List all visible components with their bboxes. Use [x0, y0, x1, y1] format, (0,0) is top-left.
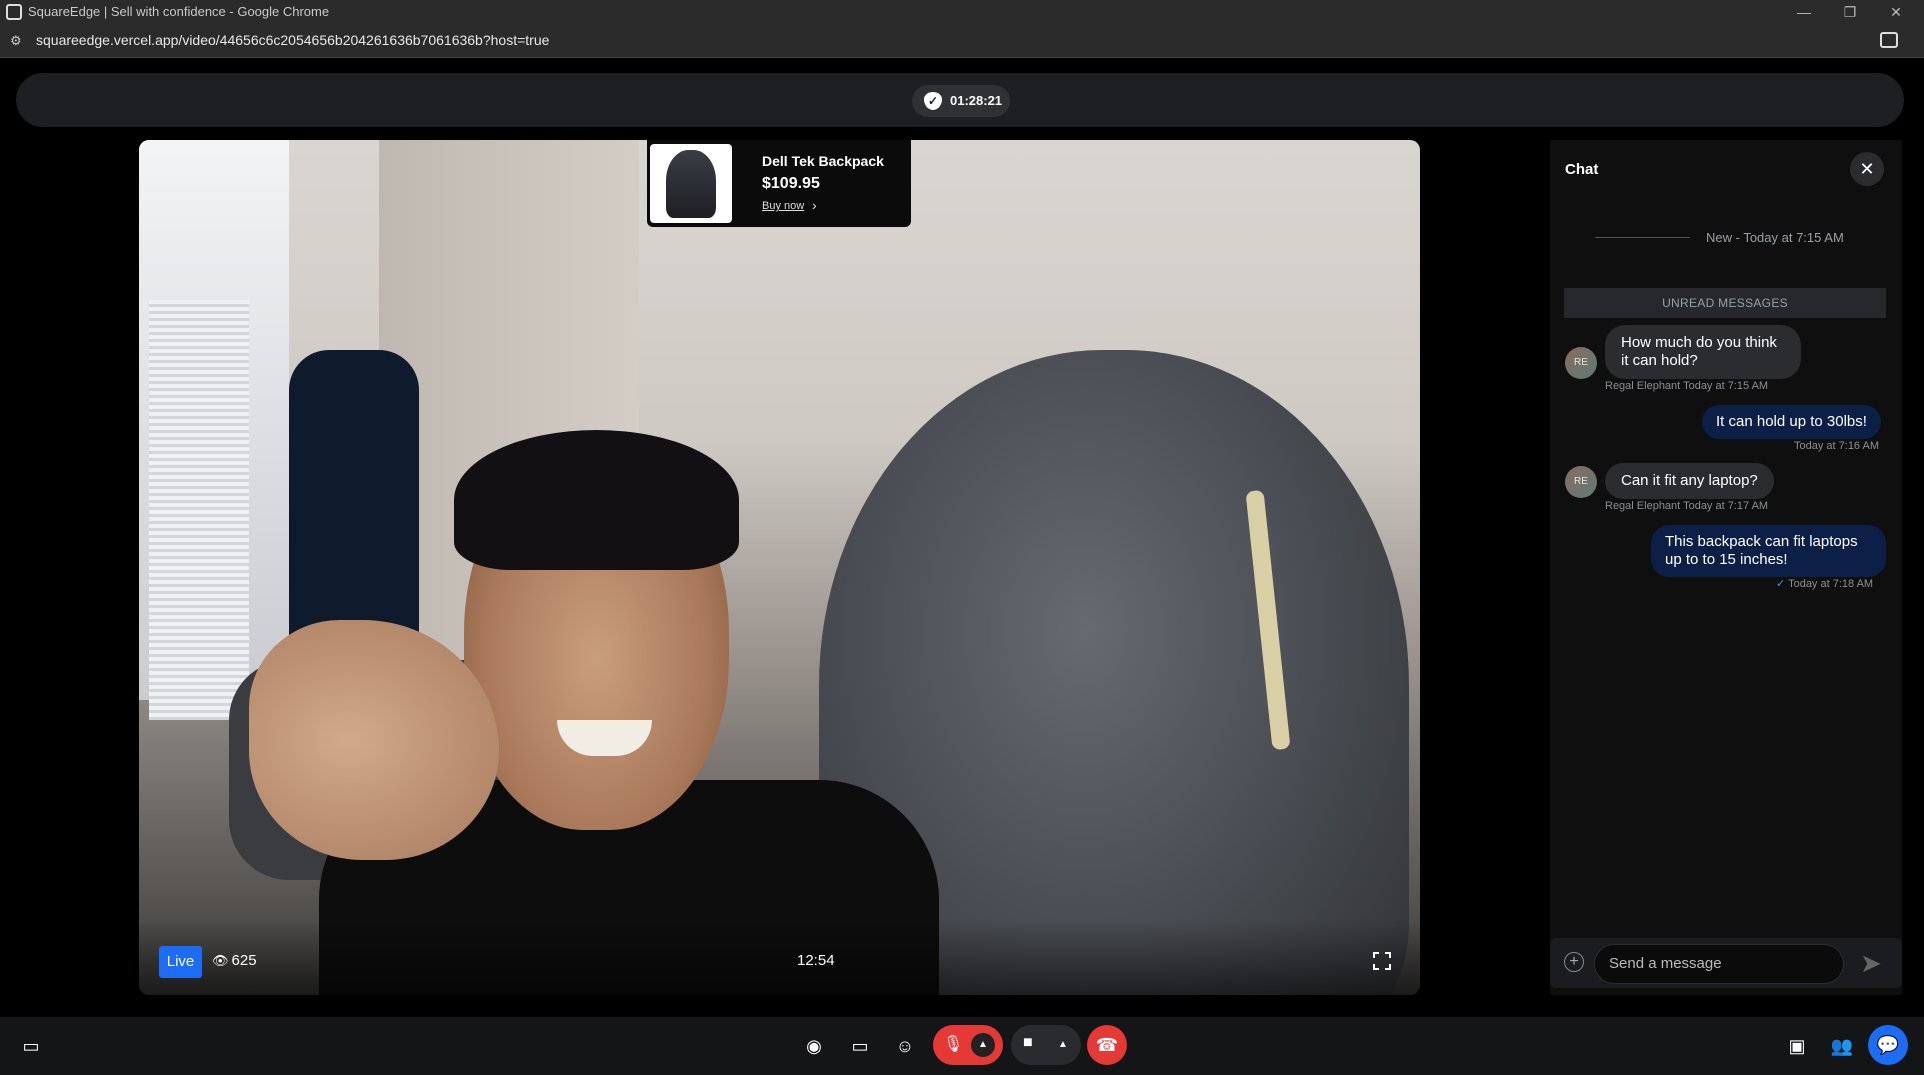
reaction-icon[interactable]: ☺ [885, 1026, 925, 1066]
message-line: This backpack can fit laptops [1665, 533, 1858, 550]
url-field[interactable]: squareedge.vercel.app/video/44656c6c2054… [36, 32, 549, 48]
message-line: How much do you think [1621, 334, 1777, 351]
avatar[interactable]: RE [1565, 466, 1597, 498]
message-meta: Regal Elephant Today at 7:17 AM [1605, 500, 1769, 512]
add-attachment-icon[interactable]: + [1564, 952, 1584, 972]
camera-toggle-button[interactable]: ■ ▲ [1011, 1025, 1081, 1065]
new-messages-divider: New - Today at 7:15 AM [1706, 230, 1844, 245]
site-settings-icon[interactable]: ⚙ [10, 33, 26, 49]
close-window-button[interactable]: ✕ [1876, 2, 1916, 22]
message-line: up to to 15 inches! [1665, 551, 1788, 568]
participants-icon[interactable]: 👥 [1822, 1026, 1862, 1066]
live-badge: Live [159, 946, 202, 978]
fullscreen-icon[interactable] [1373, 952, 1391, 970]
eye-icon: 👁 [212, 953, 229, 968]
address-bar: ⚙ squareedge.vercel.app/video/44656c6c20… [0, 24, 1924, 58]
message-input[interactable]: Send a message [1594, 944, 1844, 984]
record-icon[interactable]: ◉ [794, 1026, 834, 1066]
app-logo-icon [6, 4, 22, 20]
media-icon[interactable]: ▣ [1777, 1026, 1817, 1066]
read-check-icon: ✓ [1776, 578, 1786, 590]
window-title: SquareEdge | Sell with confidence - Goog… [28, 4, 330, 19]
browser-titlebar: SquareEdge | Sell with confidence - Goog… [0, 0, 1924, 24]
avatar[interactable]: RE [1565, 347, 1597, 379]
video-scene-person-hair [454, 430, 739, 570]
present-icon[interactable]: ▭ [11, 1026, 51, 1066]
screen-share-icon[interactable]: ▭ [840, 1026, 880, 1066]
mic-options-caret-icon[interactable]: ▲ [971, 1033, 995, 1057]
message-time: Today at 7:18 AM [1788, 578, 1874, 590]
buy-now-link[interactable]: Buy now [762, 200, 804, 212]
mic-off-icon[interactable]: 🎙 [943, 1034, 963, 1054]
product-thumbnail[interactable] [650, 144, 732, 223]
camera-icon[interactable]: ■ [1023, 1034, 1033, 1052]
send-icon[interactable]: ➤ [1860, 950, 1890, 976]
chat-message-outgoing: This backpack can fit laptops up to to 1… [1651, 525, 1886, 577]
chat-title: Chat [1565, 161, 1599, 178]
chat-composer: + Send a message ➤ [1550, 938, 1902, 988]
message-meta: Regal Elephant Today at 7:15 AM [1605, 380, 1769, 392]
chat-message-outgoing: It can hold up to 30lbs! [1702, 405, 1881, 439]
viewer-count: 👁 625 [212, 952, 257, 969]
chat-toggle-icon[interactable]: 💬 [1868, 1025, 1908, 1065]
video-scene-blinds [149, 300, 249, 720]
unread-messages-banner: UNREAD MESSAGES [1564, 288, 1886, 318]
message-line: it can hold? [1621, 352, 1698, 369]
stream-elapsed-time: 12:54 [797, 952, 835, 969]
message-meta: Today at 7:16 AM [1794, 440, 1879, 452]
leave-call-icon[interactable]: ☎ [1087, 1025, 1127, 1065]
session-timer: ✓ 01:28:21 [912, 85, 1010, 117]
viewer-count-value: 625 [231, 952, 257, 969]
chat-message-incoming: Can it fit any laptop? [1605, 463, 1774, 499]
message-meta: ✓ Today at 7:18 AM [1776, 577, 1873, 590]
minimize-button[interactable]: — [1784, 2, 1824, 22]
shield-check-icon: ✓ [924, 92, 942, 110]
chat-message-incoming: How much do you think it can hold? [1605, 325, 1801, 379]
mic-toggle-button[interactable]: 🎙 ▲ [933, 1025, 1003, 1065]
backpack-image [666, 150, 716, 218]
video-controls-gradient [139, 920, 1420, 995]
camera-options-caret-icon[interactable]: ▲ [1058, 1033, 1068, 1057]
timer-value: 01:28:21 [950, 93, 1003, 108]
chevron-right-icon[interactable]: › [812, 197, 817, 213]
product-card[interactable]: Dell Tek Backpack $109.95 Buy now › [647, 140, 911, 227]
product-name: Dell Tek Backpack [762, 153, 884, 169]
product-price: $109.95 [762, 175, 820, 192]
restore-button[interactable]: ❐ [1830, 2, 1870, 22]
video-feed[interactable] [139, 140, 1420, 995]
chat-panel: Chat ✕ New - Today at 7:15 AM UNREAD MES… [1550, 140, 1902, 995]
camera-in-use-icon[interactable] [1880, 32, 1898, 48]
close-chat-button[interactable]: ✕ [1850, 152, 1884, 186]
new-divider-line [1595, 237, 1690, 238]
